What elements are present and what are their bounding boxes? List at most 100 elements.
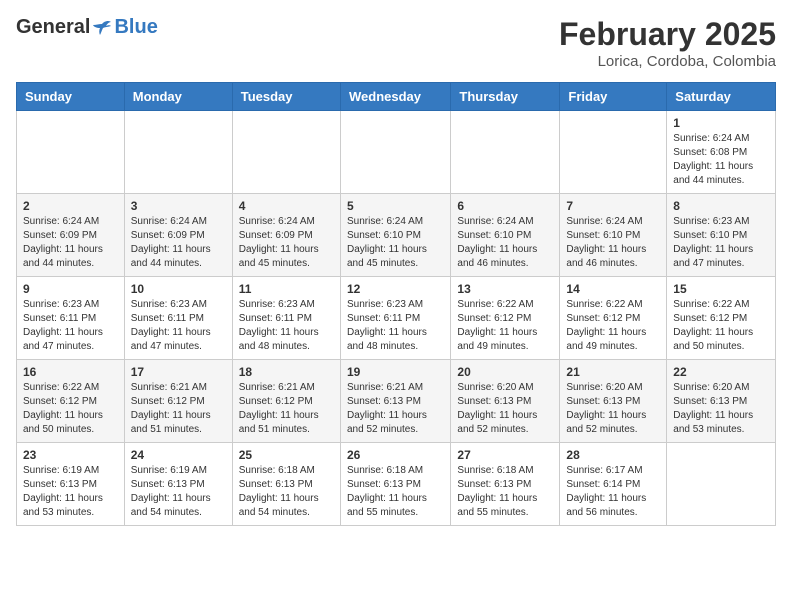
day-info: Sunrise: 6:22 AM Sunset: 6:12 PM Dayligh…: [566, 298, 660, 354]
day-cell: [17, 111, 125, 194]
day-cell: 15Sunrise: 6:22 AM Sunset: 6:12 PM Dayli…: [667, 277, 776, 360]
day-number: 4: [239, 199, 334, 213]
bird-icon: [92, 20, 112, 36]
day-cell: 19Sunrise: 6:21 AM Sunset: 6:13 PM Dayli…: [340, 360, 450, 443]
day-number: 16: [23, 365, 118, 379]
day-cell: 28 Sunrise: 6:17 AM Sunset: 6:14 PM Dayli…: [560, 443, 667, 526]
weekday-header-saturday: Saturday: [667, 83, 776, 111]
day-number: 22: [673, 365, 769, 379]
weekday-header-wednesday: Wednesday: [340, 83, 450, 111]
day-info: Sunrise: 6:23 AM Sunset: 6:10 PM Dayligh…: [673, 215, 769, 271]
day-number: 9: [23, 282, 118, 296]
day-cell: 10 Sunrise: 6:23 AM Sunset: 6:11 PM Dayli…: [124, 277, 232, 360]
weekday-header-friday: Friday: [560, 83, 667, 111]
day-number: 14: [566, 282, 660, 296]
day-cell: 14 Sunrise: 6:22 AM Sunset: 6:12 PM Dayli…: [560, 277, 667, 360]
day-number: 17: [131, 365, 226, 379]
day-number: 11: [239, 282, 334, 296]
day-number: 3: [131, 199, 226, 213]
day-cell: 5 Sunrise: 6:24 AM Sunset: 6:10 PM Daylig…: [340, 194, 450, 277]
weekday-header-monday: Monday: [124, 83, 232, 111]
day-cell: 17 Sunrise: 6:21 AM Sunset: 6:12 PM Dayli…: [124, 360, 232, 443]
day-cell: 22 Sunrise: 6:20 AM Sunset: 6:13 PM Dayli…: [667, 360, 776, 443]
day-number: 18: [239, 365, 334, 379]
day-cell: 2 Sunrise: 6:24 AM Sunset: 6:09 PM Daylig…: [17, 194, 125, 277]
day-number: 24: [131, 448, 226, 462]
day-number: 7: [566, 199, 660, 213]
day-info: Sunrise: 6:24 AM Sunset: 6:09 PM Dayligh…: [23, 215, 118, 271]
day-info: Sunrise: 6:21 AM Sunset: 6:13 PM Dayligh…: [347, 381, 444, 437]
day-cell: 12Sunrise: 6:23 AM Sunset: 6:11 PM Dayli…: [340, 277, 450, 360]
logo-general: General: [16, 16, 90, 39]
day-info: Sunrise: 6:23 AM Sunset: 6:11 PM Dayligh…: [23, 298, 118, 354]
day-info: Sunrise: 6:19 AM Sunset: 6:13 PM Dayligh…: [23, 464, 118, 520]
day-info: Sunrise: 6:18 AM Sunset: 6:13 PM Dayligh…: [239, 464, 334, 520]
day-cell: 21 Sunrise: 6:20 AM Sunset: 6:13 PM Dayli…: [560, 360, 667, 443]
day-cell: 9 Sunrise: 6:23 AM Sunset: 6:11 PM Daylig…: [17, 277, 125, 360]
day-cell: 1 Sunrise: 6:24 AM Sunset: 6:08 PM Daylig…: [667, 111, 776, 194]
day-number: 27: [457, 448, 553, 462]
day-number: 8: [673, 199, 769, 213]
week-row-4: 16 Sunrise: 6:22 AM Sunset: 6:12 PM Dayli…: [17, 360, 776, 443]
day-info: Sunrise: 6:22 AM Sunset: 6:12 PM Dayligh…: [457, 298, 553, 354]
day-info: Sunrise: 6:24 AM Sunset: 6:10 PM Dayligh…: [347, 215, 444, 271]
day-info: Sunrise: 6:24 AM Sunset: 6:09 PM Dayligh…: [131, 215, 226, 271]
week-row-3: 9 Sunrise: 6:23 AM Sunset: 6:11 PM Daylig…: [17, 277, 776, 360]
day-cell: 27Sunrise: 6:18 AM Sunset: 6:13 PM Dayli…: [451, 443, 560, 526]
day-info: Sunrise: 6:17 AM Sunset: 6:14 PM Dayligh…: [566, 464, 660, 520]
day-cell: 18 Sunrise: 6:21 AM Sunset: 6:12 PM Dayli…: [232, 360, 340, 443]
day-cell: 6 Sunrise: 6:24 AM Sunset: 6:10 PM Daylig…: [451, 194, 560, 277]
day-number: 6: [457, 199, 553, 213]
day-cell: 11Sunrise: 6:23 AM Sunset: 6:11 PM Dayli…: [232, 277, 340, 360]
day-number: 25: [239, 448, 334, 462]
weekday-header-sunday: Sunday: [17, 83, 125, 111]
day-cell: [340, 111, 450, 194]
day-info: Sunrise: 6:22 AM Sunset: 6:12 PM Dayligh…: [23, 381, 118, 437]
day-cell: 8 Sunrise: 6:23 AM Sunset: 6:10 PM Daylig…: [667, 194, 776, 277]
day-cell: 7 Sunrise: 6:24 AM Sunset: 6:10 PM Daylig…: [560, 194, 667, 277]
day-number: 23: [23, 448, 118, 462]
day-info: Sunrise: 6:24 AM Sunset: 6:08 PM Dayligh…: [673, 132, 769, 188]
day-cell: 25 Sunrise: 6:18 AM Sunset: 6:13 PM Dayli…: [232, 443, 340, 526]
day-cell: [124, 111, 232, 194]
day-number: 21: [566, 365, 660, 379]
day-number: 26: [347, 448, 444, 462]
day-cell: 4 Sunrise: 6:24 AM Sunset: 6:09 PM Daylig…: [232, 194, 340, 277]
day-cell: 26 Sunrise: 6:18 AM Sunset: 6:13 PM Dayli…: [340, 443, 450, 526]
day-cell: [667, 443, 776, 526]
day-cell: [451, 111, 560, 194]
day-info: Sunrise: 6:21 AM Sunset: 6:12 PM Dayligh…: [239, 381, 334, 437]
day-info: Sunrise: 6:24 AM Sunset: 6:09 PM Dayligh…: [239, 215, 334, 271]
week-row-2: 2 Sunrise: 6:24 AM Sunset: 6:09 PM Daylig…: [17, 194, 776, 277]
day-info: Sunrise: 6:19 AM Sunset: 6:13 PM Dayligh…: [131, 464, 226, 520]
week-row-1: 1 Sunrise: 6:24 AM Sunset: 6:08 PM Daylig…: [17, 111, 776, 194]
month-title: February 2025: [559, 16, 776, 53]
day-number: 20: [457, 365, 553, 379]
day-info: Sunrise: 6:20 AM Sunset: 6:13 PM Dayligh…: [566, 381, 660, 437]
day-number: 5: [347, 199, 444, 213]
day-cell: 23 Sunrise: 6:19 AM Sunset: 6:13 PM Dayli…: [17, 443, 125, 526]
week-row-5: 23 Sunrise: 6:19 AM Sunset: 6:13 PM Dayli…: [17, 443, 776, 526]
day-cell: 20Sunrise: 6:20 AM Sunset: 6:13 PM Dayli…: [451, 360, 560, 443]
day-info: Sunrise: 6:23 AM Sunset: 6:11 PM Dayligh…: [347, 298, 444, 354]
day-number: 2: [23, 199, 118, 213]
day-info: Sunrise: 6:24 AM Sunset: 6:10 PM Dayligh…: [566, 215, 660, 271]
day-info: Sunrise: 6:20 AM Sunset: 6:13 PM Dayligh…: [673, 381, 769, 437]
title-block: February 2025 Lorica, Cordoba, Colombia: [559, 16, 776, 70]
day-info: Sunrise: 6:21 AM Sunset: 6:12 PM Dayligh…: [131, 381, 226, 437]
day-cell: 3 Sunrise: 6:24 AM Sunset: 6:09 PM Daylig…: [124, 194, 232, 277]
day-info: Sunrise: 6:23 AM Sunset: 6:11 PM Dayligh…: [131, 298, 226, 354]
logo: General Blue: [16, 16, 158, 39]
day-number: 1: [673, 116, 769, 130]
day-info: Sunrise: 6:18 AM Sunset: 6:13 PM Dayligh…: [347, 464, 444, 520]
weekday-header-thursday: Thursday: [451, 83, 560, 111]
day-info: Sunrise: 6:22 AM Sunset: 6:12 PM Dayligh…: [673, 298, 769, 354]
day-info: Sunrise: 6:24 AM Sunset: 6:10 PM Dayligh…: [457, 215, 553, 271]
day-cell: [560, 111, 667, 194]
calendar-table: SundayMondayTuesdayWednesdayThursdayFrid…: [16, 82, 776, 526]
weekday-header-tuesday: Tuesday: [232, 83, 340, 111]
day-number: 10: [131, 282, 226, 296]
day-cell: [232, 111, 340, 194]
day-number: 28: [566, 448, 660, 462]
day-cell: 16 Sunrise: 6:22 AM Sunset: 6:12 PM Dayli…: [17, 360, 125, 443]
